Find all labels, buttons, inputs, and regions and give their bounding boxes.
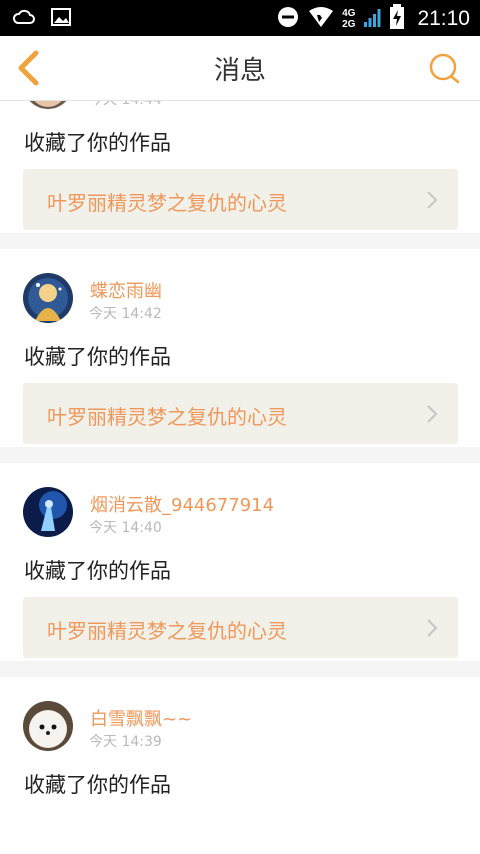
chevron-right-icon bbox=[427, 619, 438, 637]
work-title: 叶罗丽精灵梦之复仇的心灵 bbox=[47, 191, 287, 215]
network-top-label: 4G bbox=[342, 8, 356, 19]
message-card: 蝶恋雨幽 今天 14:42 收藏了你的作品 叶罗丽精灵梦之复仇的心灵 bbox=[0, 249, 480, 447]
action-text: 收藏了你的作品 bbox=[24, 131, 171, 155]
status-bar: 4G 2G 21:10 bbox=[0, 0, 480, 36]
avatar[interactable] bbox=[23, 273, 73, 323]
work-link[interactable]: 叶罗丽精灵梦之复仇的心灵 bbox=[23, 169, 458, 230]
chevron-right-icon bbox=[427, 405, 438, 423]
work-link[interactable]: 叶罗丽精灵梦之复仇的心灵 bbox=[23, 383, 458, 444]
message-card: 烟消云散_944677914 今天 14:40 收藏了你的作品 叶罗丽精灵梦之复… bbox=[0, 463, 480, 661]
message-card: 白雪飘飘~~ 今天 14:39 收藏了你的作品 bbox=[0, 677, 480, 854]
search-button[interactable] bbox=[428, 52, 462, 86]
do-not-disturb-icon bbox=[276, 5, 300, 33]
wifi-icon bbox=[308, 6, 334, 32]
work-link[interactable]: 叶罗丽精灵梦之复仇的心灵 bbox=[23, 597, 458, 658]
search-icon bbox=[429, 53, 460, 84]
message-card: 今天 14:44 收藏了你的作品 叶罗丽精灵梦之复仇的心灵 bbox=[0, 101, 480, 233]
username[interactable]: 白雪飘飘~~ bbox=[90, 705, 192, 731]
action-text: 收藏了你的作品 bbox=[24, 559, 171, 583]
message-time: 今天 14:39 bbox=[89, 734, 162, 750]
username[interactable]: 蝶恋雨幽 bbox=[90, 277, 162, 303]
avatar[interactable] bbox=[23, 487, 73, 537]
status-time: 21:10 bbox=[417, 7, 470, 30]
action-text: 收藏了你的作品 bbox=[24, 773, 171, 797]
chevron-right-icon bbox=[427, 191, 438, 209]
cloud-icon bbox=[12, 6, 36, 32]
network-type: 4G 2G bbox=[342, 8, 355, 30]
action-text: 收藏了你的作品 bbox=[24, 345, 171, 369]
message-list[interactable]: 今天 14:44 收藏了你的作品 叶罗丽精灵梦之复仇的心灵 蝶恋雨幽 bbox=[0, 101, 480, 854]
message-time: 今天 14:42 bbox=[89, 306, 162, 322]
signal-icon bbox=[363, 6, 381, 32]
work-title: 叶罗丽精灵梦之复仇的心灵 bbox=[47, 405, 287, 429]
message-time: 今天 14:44 bbox=[89, 101, 162, 109]
page-title: 消息 bbox=[213, 56, 266, 86]
username[interactable]: 烟消云散_944677914 bbox=[90, 491, 274, 517]
battery-charging-icon bbox=[389, 4, 405, 34]
avatar[interactable] bbox=[23, 701, 73, 751]
app-bar: 消息 bbox=[0, 36, 480, 101]
avatar[interactable] bbox=[23, 101, 73, 109]
work-title: 叶罗丽精灵梦之复仇的心灵 bbox=[47, 619, 287, 643]
network-bottom-label: 2G bbox=[342, 19, 356, 30]
message-time: 今天 14:40 bbox=[89, 520, 162, 536]
image-icon bbox=[50, 6, 72, 32]
